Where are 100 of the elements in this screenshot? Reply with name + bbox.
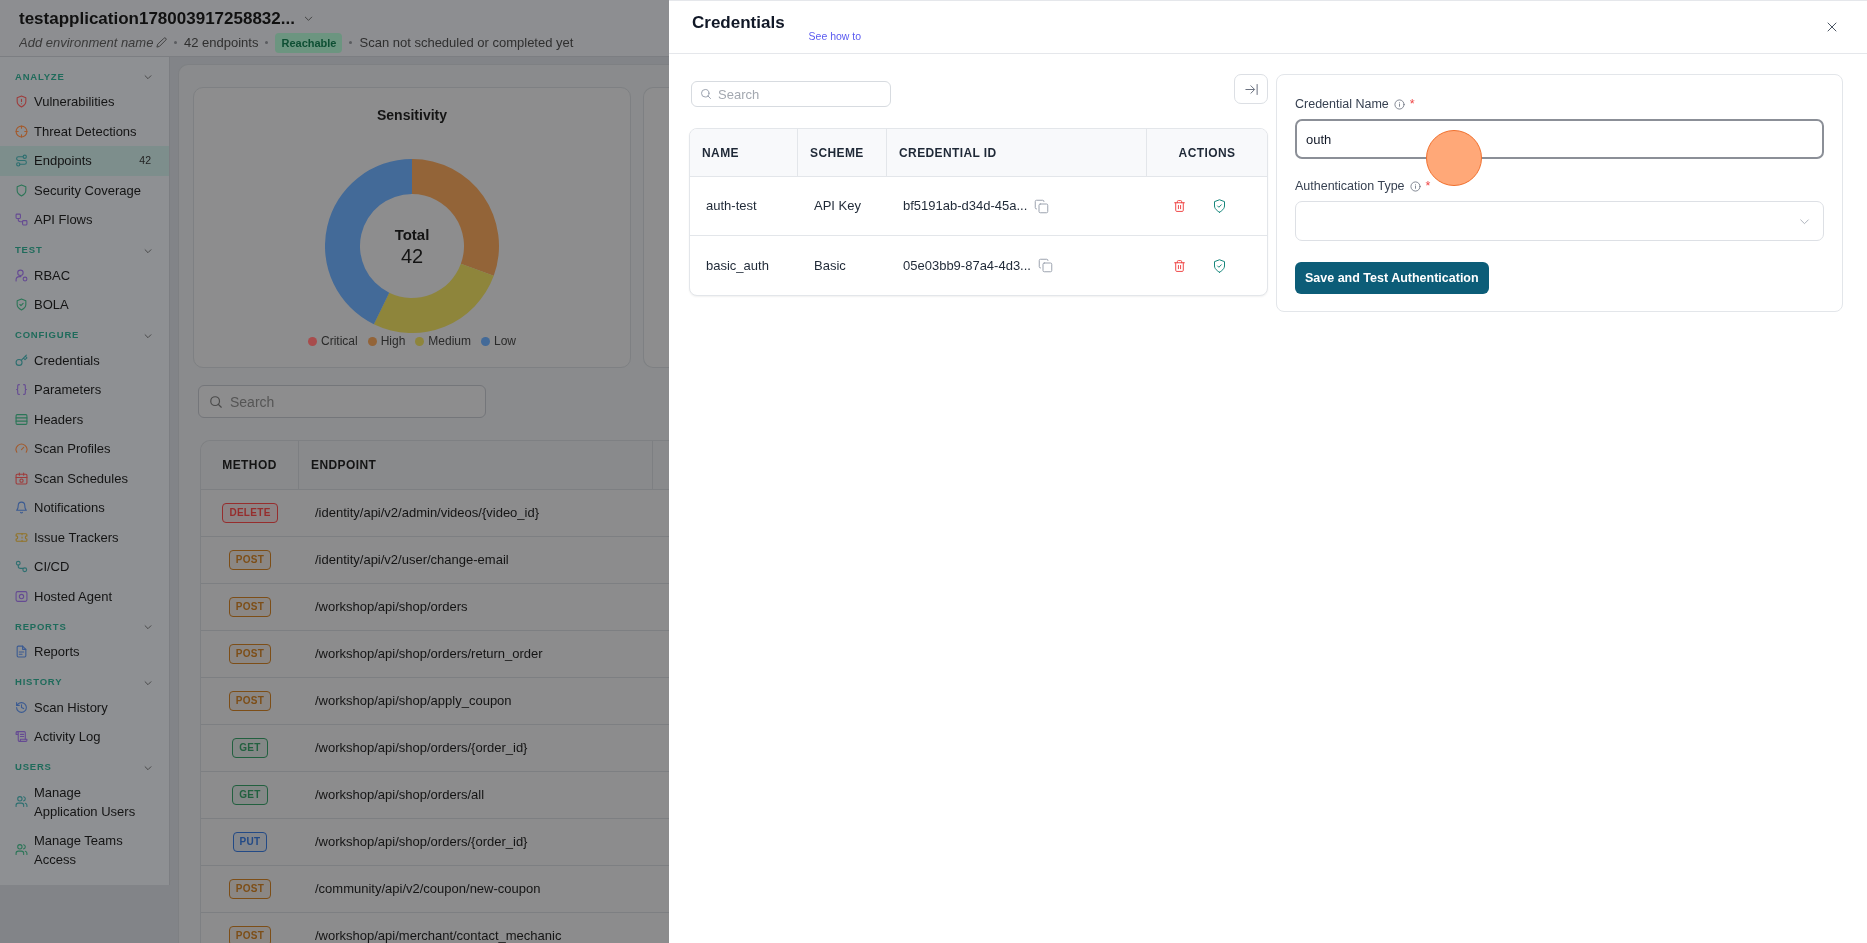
legend-label: High <box>380 334 406 348</box>
help-link[interactable]: See how to <box>808 30 862 42</box>
sidebar-item[interactable]: Parameters <box>0 375 169 405</box>
users-icon <box>15 843 28 856</box>
search-icon <box>700 88 712 100</box>
sidebar-item[interactable]: Scan Profiles <box>0 434 169 464</box>
save-test-button[interactable]: Save and Test Authentication <box>1295 262 1489 294</box>
shield-check-icon[interactable] <box>1212 198 1227 214</box>
shield-icon <box>15 183 28 197</box>
text-input-field[interactable]: outh <box>1295 119 1824 159</box>
legend-label: Critical <box>320 334 358 348</box>
table-cell-text: basic_auth <box>706 256 769 275</box>
sidebar-item[interactable]: Endpoints 42 <box>0 146 169 176</box>
sidebar-item[interactable]: Headers <box>0 404 169 434</box>
sidebar-item[interactable]: Reports <box>0 637 169 667</box>
ticket-icon <box>15 530 28 544</box>
table-cell-text: /workshop/api/shop/orders/all <box>315 786 485 805</box>
trash-icon[interactable] <box>1173 258 1186 273</box>
required-mark: * <box>1425 179 1431 194</box>
section-heading: CONFIGURE <box>15 328 80 343</box>
status-badge: Reachable <box>275 32 343 53</box>
environment-name-field[interactable]: Add environment name <box>19 34 153 51</box>
users-icon <box>15 795 28 808</box>
sidebar-item[interactable]: Security Coverage <box>0 175 169 205</box>
method-badge: POST <box>228 691 272 711</box>
sidebar-item[interactable]: Activity Log <box>0 722 169 752</box>
method-badge: DELETE <box>222 503 278 523</box>
sidebar-item[interactable]: Manage Teams Access <box>0 825 169 874</box>
pencil-icon[interactable] <box>156 37 167 48</box>
shield-alert-icon <box>15 95 28 109</box>
donut-center-value: 42 <box>400 243 424 268</box>
search-field[interactable]: Search <box>198 385 486 418</box>
route-icon <box>15 154 28 168</box>
column-header: METHOD <box>222 457 277 474</box>
dropdown-field[interactable] <box>1295 201 1824 241</box>
section-heading: TEST <box>15 243 43 258</box>
shield-check-icon[interactable] <box>1212 257 1227 274</box>
table-cell-text: /workshop/api/shop/apply_coupon <box>315 692 512 711</box>
sidebar-item[interactable]: Threat Detections <box>0 116 169 146</box>
sidebar-item[interactable]: Vulnerabilities <box>0 87 169 117</box>
table-cell-text: /community/api/v2/coupon/new-coupon <box>315 880 541 899</box>
branch-icon <box>15 560 28 574</box>
table-cell-text: API Key <box>814 197 861 216</box>
app-title: testapplication178003917258832... <box>19 7 295 30</box>
copy-icon[interactable] <box>1034 198 1050 214</box>
history-icon <box>15 700 28 714</box>
table-cell-text: auth-test <box>706 197 757 216</box>
sidebar-item[interactable]: Manage Application Users <box>0 777 169 826</box>
table-cell-text: /workshop/api/shop/orders <box>315 598 468 617</box>
field-label: Credential Name <box>1295 97 1389 112</box>
method-badge: POST <box>228 597 272 617</box>
column-header: ACTIONS <box>1178 144 1236 162</box>
chevron-down-icon[interactable] <box>143 72 153 82</box>
trash-icon[interactable] <box>1173 199 1186 213</box>
sidebar-item[interactable]: API Flows <box>0 205 169 235</box>
section-heading: REPORTS <box>15 619 67 634</box>
square-target-icon <box>15 589 28 603</box>
info-icon <box>1409 181 1421 192</box>
card-title: Sensitivity <box>377 106 447 124</box>
user-icon <box>15 268 28 282</box>
sidebar-item[interactable]: CI/CD <box>0 552 169 582</box>
close-icon[interactable] <box>1826 21 1838 33</box>
sidebar-item[interactable]: Credentials <box>0 345 169 375</box>
sidebar-item[interactable]: Issue Trackers <box>0 522 169 552</box>
bell-icon <box>15 501 28 515</box>
sidebar-item[interactable]: Scan Schedules <box>0 463 169 493</box>
column-header: ENDPOINT <box>311 457 377 474</box>
column-header: SCHEME <box>810 144 864 162</box>
section-heading: ANALYZE <box>15 69 65 84</box>
collapse-panel-button[interactable] <box>1234 74 1268 104</box>
table-cell-text: /workshop/api/shop/orders/{order_id} <box>315 739 528 758</box>
copy-icon[interactable] <box>1037 258 1053 273</box>
calendar-icon <box>15 471 28 485</box>
method-badge: POST <box>228 550 272 570</box>
sidebar-item[interactable]: RBAC <box>0 260 169 290</box>
key-icon <box>15 353 28 367</box>
gauge-icon <box>15 442 28 456</box>
chevron-down-icon[interactable] <box>302 13 314 24</box>
donut-center-label: Total <box>394 224 430 244</box>
sidebar-item[interactable]: Hosted Agent <box>0 581 169 611</box>
chevron-down-icon[interactable] <box>143 622 153 632</box>
drawer-title: Credentials <box>692 13 785 33</box>
method-badge: PUT <box>232 832 268 852</box>
sidebar-item[interactable]: Notifications <box>0 493 169 523</box>
item-count: 42 <box>139 153 151 169</box>
sidebar-item[interactable]: BOLA <box>0 290 169 320</box>
info-icon <box>1393 99 1405 110</box>
shield-check-icon <box>15 298 28 312</box>
legend-label: Low <box>494 334 517 348</box>
nodes-icon <box>15 213 28 227</box>
arrow-to-line-icon <box>1243 81 1259 97</box>
required-mark: * <box>1409 97 1415 112</box>
method-badge: POST <box>228 879 272 899</box>
method-badge: GET <box>232 785 268 805</box>
sidebar-item[interactable]: Scan History <box>0 692 169 722</box>
method-badge: POST <box>228 926 272 943</box>
search-icon <box>209 395 223 409</box>
column-header: CREDENTIAL ID <box>899 144 997 162</box>
crosshair-icon <box>15 124 28 138</box>
legend-label: Medium <box>428 334 471 348</box>
